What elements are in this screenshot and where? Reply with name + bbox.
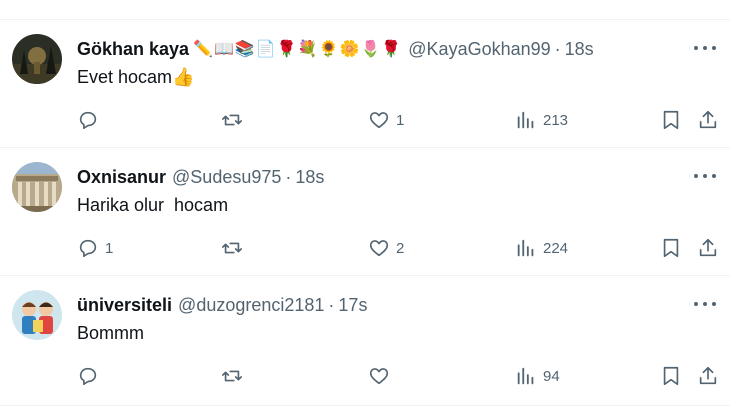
- share-button[interactable]: [697, 236, 719, 260]
- retweet-button[interactable]: [221, 364, 249, 388]
- heart-icon: [369, 240, 389, 257]
- share-icon: [699, 366, 717, 385]
- heart-icon: [369, 112, 389, 129]
- share-icon: [699, 238, 717, 257]
- separator: ·: [285, 166, 292, 187]
- display-name[interactable]: Oxnisanur: [77, 167, 166, 188]
- retweet-icon: [222, 114, 242, 126]
- reply-icon: [79, 367, 97, 386]
- tweet-text: Bommm: [77, 323, 144, 343]
- bookmark-icon: [663, 366, 679, 386]
- share-icon: [699, 110, 717, 129]
- reply-button[interactable]: 1: [77, 236, 113, 260]
- bookmark-button[interactable]: [660, 108, 682, 132]
- user-handle[interactable]: @Sudesu975: [172, 167, 281, 188]
- bookmark-icon: [663, 110, 679, 130]
- share-button[interactable]: [697, 108, 719, 132]
- heart-icon: [369, 368, 389, 385]
- more-options-icon[interactable]: [694, 168, 716, 184]
- separator: ·: [554, 38, 561, 59]
- views-button[interactable]: 224: [515, 236, 568, 260]
- like-button[interactable]: [368, 364, 396, 388]
- reply-count: 1: [105, 239, 114, 257]
- action-bar: 94: [77, 364, 722, 388]
- timestamp[interactable]: 18s: [295, 167, 324, 188]
- bookmark-icon: [663, 238, 679, 258]
- views-chart-icon: [517, 367, 534, 385]
- tweet-header: üniversiteli @duzogrenci2181 · 17s: [77, 293, 367, 317]
- avatar-universiteli[interactable]: [12, 290, 62, 340]
- like-count: 1: [396, 111, 405, 129]
- like-button[interactable]: 2: [368, 236, 404, 260]
- tweet-1[interactable]: Gökhan kaya ✏️📖📚📄🌹💐🌻🌼🌷🌹 @KayaGokhan99 · …: [0, 20, 730, 148]
- reply-icon: [79, 239, 97, 258]
- reply-button[interactable]: [77, 364, 105, 388]
- action-bar: 1 2 224: [77, 236, 722, 260]
- reply-icon: [79, 111, 97, 130]
- retweet-button[interactable]: [221, 108, 249, 132]
- separator: ·: [328, 294, 335, 315]
- tweet-text: Harika olur hocam: [77, 195, 229, 215]
- views-button[interactable]: 94: [515, 364, 560, 388]
- reply-button[interactable]: [77, 108, 105, 132]
- user-handle[interactable]: @KayaGokhan99: [408, 39, 550, 60]
- like-count: 2: [396, 239, 405, 257]
- tweet-2[interactable]: Oxnisanur @Sudesu975 · 18s Harika olur h…: [0, 148, 730, 276]
- display-name[interactable]: Gökhan kaya: [77, 39, 189, 60]
- tweet-header: Gökhan kaya ✏️📖📚📄🌹💐🌻🌼🌷🌹 @KayaGokhan99 · …: [77, 37, 594, 61]
- tweet-header: Oxnisanur @Sudesu975 · 18s: [77, 165, 324, 189]
- more-options-icon[interactable]: [694, 40, 716, 56]
- views-button[interactable]: 213: [515, 108, 568, 132]
- display-name[interactable]: üniversiteli: [77, 295, 172, 316]
- tweet-3[interactable]: üniversiteli @duzogrenci2181 · 17s Bommm…: [0, 276, 730, 406]
- tweet-text: Evet hocam👍: [77, 67, 195, 87]
- timestamp[interactable]: 17s: [338, 295, 367, 316]
- avatar-oxnisanur[interactable]: [12, 162, 62, 212]
- user-handle[interactable]: @duzogrenci2181: [178, 295, 324, 316]
- timestamp[interactable]: 18s: [565, 39, 594, 60]
- previous-tweet-edge: [0, 0, 730, 20]
- view-count: 224: [543, 239, 569, 257]
- avatar-gokhan[interactable]: [12, 34, 62, 84]
- retweet-icon: [222, 370, 242, 382]
- views-chart-icon: [517, 111, 534, 129]
- name-emojis: ✏️📖📚📄🌹💐🌻🌼🌷🌹: [193, 41, 403, 58]
- views-chart-icon: [517, 239, 534, 257]
- retweet-icon: [222, 242, 242, 254]
- like-button[interactable]: 1: [368, 108, 404, 132]
- share-button[interactable]: [697, 364, 719, 388]
- view-count: 94: [543, 367, 560, 385]
- more-options-icon[interactable]: [694, 296, 716, 312]
- retweet-button[interactable]: [221, 236, 249, 260]
- view-count: 213: [543, 111, 569, 129]
- bookmark-button[interactable]: [660, 236, 682, 260]
- action-bar: 1 213: [77, 108, 722, 132]
- bookmark-button[interactable]: [660, 364, 682, 388]
